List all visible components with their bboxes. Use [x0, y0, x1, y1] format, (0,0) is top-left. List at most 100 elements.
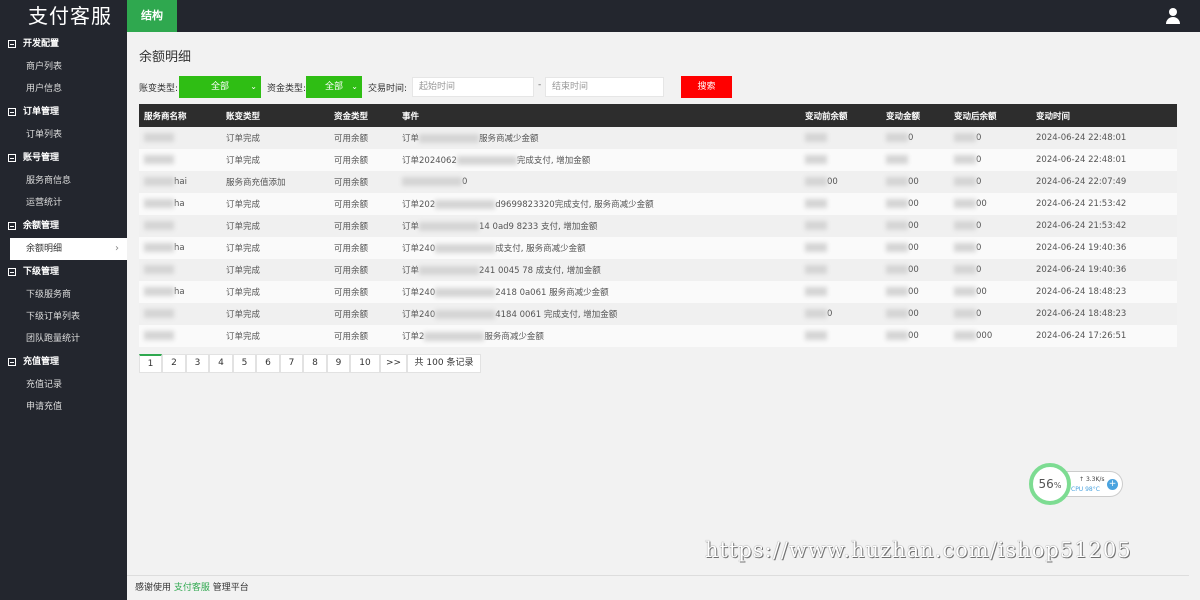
col-change-type[interactable]: 账变类型 — [221, 104, 329, 127]
redacted-value — [144, 265, 174, 274]
col-fund-type[interactable]: 资金类型 — [329, 104, 397, 127]
page-3[interactable]: 3 — [186, 354, 209, 373]
col-time[interactable]: 变动时间 — [1031, 104, 1177, 127]
type-label: 账变类型: — [139, 84, 179, 94]
collapse-icon — [8, 154, 16, 162]
page-2[interactable]: 2 — [162, 354, 186, 373]
expand-icon[interactable]: + — [1107, 479, 1118, 490]
cell-event: 订单202 d9699823320完成支付, 服务商减少金额 — [402, 200, 654, 210]
table-row: 订单完成 可用余额 订单 服务商减少金额 0 0 2024-06-24 22:48:01 — [139, 127, 1177, 149]
cell-change-type: 订单完成 — [226, 244, 261, 254]
sidebar: 开发配置 商户列表 用户信息 订单管理 订单列表 账号管理 服务商信息 运营统计… — [0, 32, 127, 600]
cell-balance-after: 0 — [949, 259, 1031, 281]
col-balance-after[interactable]: 变动后余额 — [949, 104, 1031, 127]
sidebar-item-apply-recharge[interactable]: 申请充值 — [0, 396, 127, 418]
next-page-button[interactable]: >> — [380, 354, 407, 373]
page-7[interactable]: 7 — [280, 354, 303, 373]
page-8[interactable]: 8 — [303, 354, 327, 373]
page-10[interactable]: 10 — [350, 354, 380, 373]
user-icon[interactable] — [1166, 8, 1180, 24]
page-9[interactable]: 9 — [327, 354, 350, 373]
end-time-input[interactable]: 结束时间 — [545, 77, 664, 97]
sidebar-item-sub-providers[interactable]: 下级服务商 — [0, 284, 127, 306]
cell-balance-before — [800, 237, 881, 259]
sidebar-group-account[interactable]: 账号管理 — [0, 146, 127, 170]
chevron-right-icon: › — [115, 243, 119, 254]
sidebar-item-team-stats[interactable]: 团队跑量统计 — [0, 328, 127, 350]
cell-balance-after: 00 — [949, 281, 1031, 303]
sidebar-item-ops-stats[interactable]: 运营统计 — [0, 192, 127, 214]
col-event[interactable]: 事件 — [397, 104, 800, 127]
cell-change-type: 服务商充值添加 — [226, 178, 286, 188]
col-amount[interactable]: 变动金额 — [881, 104, 949, 127]
collapse-icon — [8, 358, 16, 366]
balance-table: 服务商名称 账变类型 资金类型 事件 变动前余额 变动金额 变动后余额 变动时间… — [139, 104, 1177, 347]
redacted-value — [805, 155, 827, 164]
sidebar-item-provider-info[interactable]: 服务商信息 — [0, 170, 127, 192]
start-time-input[interactable]: 起始时间 — [412, 77, 534, 97]
search-button[interactable]: 搜索 — [681, 76, 732, 98]
sidebar-item-balance-detail[interactable]: 余额明细 › — [10, 238, 127, 260]
sidebar-item-sub-orders[interactable]: 下级订单列表 — [0, 306, 127, 328]
top-header: 支付客服 结构 — [0, 0, 1200, 32]
redacted-value — [435, 288, 496, 297]
cell-provider-name — [139, 325, 221, 347]
redacted-value — [886, 309, 908, 318]
cell-provider-name — [139, 215, 221, 237]
sidebar-item-order-list[interactable]: 订单列表 — [0, 124, 127, 146]
redacted-value — [435, 200, 496, 209]
sidebar-group-balance[interactable]: 余额管理 — [0, 214, 127, 238]
redacted-value — [886, 177, 908, 186]
cell-balance-before — [800, 281, 881, 303]
cell-provider-name — [139, 303, 221, 325]
cell-amount: 00 — [881, 215, 949, 237]
col-provider-name[interactable]: 服务商名称 — [139, 104, 221, 127]
page-6[interactable]: 6 — [256, 354, 280, 373]
cell-amount: 00 — [881, 303, 949, 325]
cell-time: 2024-06-24 21:53:42 — [1036, 221, 1127, 231]
cell-fund-type: 可用余额 — [334, 200, 369, 210]
cell-provider-name: ha — [139, 237, 221, 259]
collapse-icon — [8, 40, 16, 48]
cell-event: 订单240 4184 0061 完成支付, 增加金额 — [402, 310, 618, 320]
sidebar-group-orders[interactable]: 订单管理 — [0, 100, 127, 124]
app-logo[interactable]: 支付客服 — [0, 0, 127, 32]
table-row: 订单完成 可用余额 订单240 4184 0061 完成支付, 增加金额 0 00 0 202… — [139, 303, 1177, 325]
redacted-value — [886, 243, 908, 252]
redacted-value — [954, 155, 976, 164]
sidebar-item-recharge-records[interactable]: 充值记录 — [0, 374, 127, 396]
page-4[interactable]: 4 — [209, 354, 233, 373]
redacted-value — [805, 287, 827, 296]
sidebar-group-subordinates[interactable]: 下级管理 — [0, 260, 127, 284]
page-1[interactable]: 1 — [139, 354, 162, 373]
tab-structure[interactable]: 结构 — [127, 0, 177, 32]
redacted-value — [419, 222, 480, 231]
cell-balance-before — [800, 325, 881, 347]
cell-balance-before: 00 — [800, 171, 881, 193]
cell-fund-type: 可用余额 — [334, 310, 369, 320]
page-5[interactable]: 5 — [233, 354, 256, 373]
main-content: 余额明细 账变类型: 全部 ⌄ 资金类型: 全部 ⌄ 交易时间: 起始时间 - 结束… — [127, 32, 1189, 600]
cell-event: 订单2024062 完成支付, 增加金额 — [402, 156, 591, 166]
cell-balance-before — [800, 193, 881, 215]
redacted-value — [805, 265, 827, 274]
redacted-value — [954, 243, 976, 252]
table-row: hai 服务商充值添加 可用余额 0 00 00 0 2024-06-24 22:07:49 — [139, 171, 1177, 193]
change-type-select[interactable]: 全部 ⌄ — [179, 76, 261, 98]
cpu-monitor-widget[interactable]: ↑ 3.3K/s CPU 98°C + 56% — [1029, 463, 1125, 505]
table-row: ha 订单完成 可用余额 订单240 2418 0a061 服务商减少金额 00 00 202… — [139, 281, 1177, 303]
cell-amount: 00 — [881, 281, 949, 303]
sidebar-item-user-info[interactable]: 用户信息 — [0, 78, 127, 100]
sidebar-group-recharge[interactable]: 充值管理 — [0, 350, 127, 374]
chevron-down-icon: ⌄ — [250, 82, 257, 91]
footer-brand-link[interactable]: 支付客服 — [174, 583, 210, 593]
sidebar-item-merchant-list[interactable]: 商户列表 — [0, 56, 127, 78]
sidebar-group-dev-config[interactable]: 开发配置 — [0, 32, 127, 56]
collapse-icon — [8, 222, 16, 230]
cell-provider-name — [139, 259, 221, 281]
col-balance-before[interactable]: 变动前余额 — [800, 104, 881, 127]
fund-type-select[interactable]: 全部 ⌄ — [306, 76, 362, 98]
redacted-value — [144, 331, 174, 340]
cell-time: 2024-06-24 18:48:23 — [1036, 287, 1127, 297]
cell-time: 2024-06-24 19:40:36 — [1036, 243, 1127, 253]
